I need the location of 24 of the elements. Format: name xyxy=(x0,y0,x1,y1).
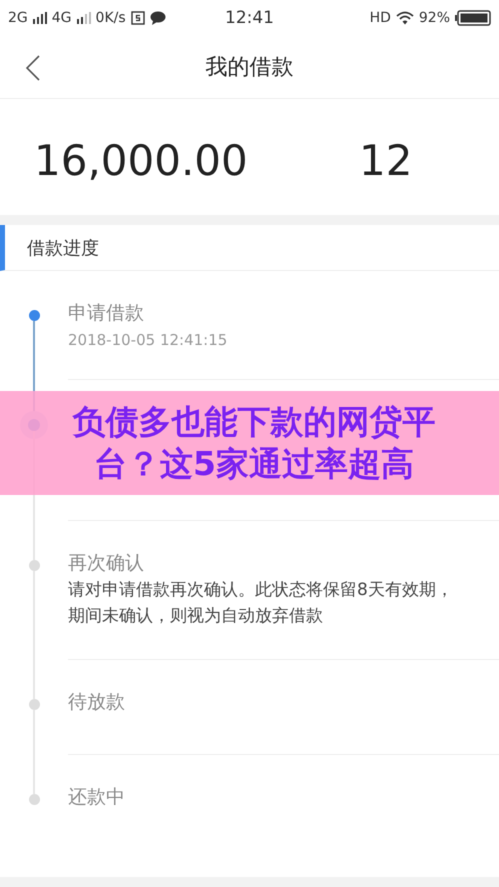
loan-amount: 16,000.00 xyxy=(34,136,249,184)
headline: 负债多也能下款的网贷平台？这5家通过率超高 xyxy=(71,401,436,485)
network-label: 2G xyxy=(8,10,28,26)
network-label: 4G xyxy=(52,10,72,26)
loan-periods: 12 xyxy=(359,136,412,184)
step-date: 2018-10-05 12:41:15 xyxy=(68,331,228,349)
signal-icon xyxy=(76,12,91,24)
section-title: 借款进度 xyxy=(27,236,99,260)
hd-label: HD xyxy=(370,10,391,26)
step-title: 还款中 xyxy=(68,785,125,809)
wifi-icon xyxy=(396,11,414,25)
step-title: 待放款 xyxy=(68,690,125,714)
back-icon xyxy=(26,55,40,81)
battery-icon xyxy=(455,10,491,26)
clock: 12:41 xyxy=(225,8,274,28)
page-title: 我的借款 xyxy=(206,54,294,82)
signal-icon xyxy=(32,12,47,24)
step-description: 请对申请借款再次确认。此状态将保留8天有效期，期间未确认，则视为自动放弃借款 xyxy=(68,579,454,628)
battery-percent: 92% xyxy=(418,10,450,26)
notification-icon xyxy=(130,11,145,25)
chat-bubble-icon xyxy=(150,11,166,25)
speed-label: 0K/s xyxy=(96,10,126,26)
step-title: 再次确认 xyxy=(68,551,144,575)
step-title: 申请借款 xyxy=(68,301,144,325)
